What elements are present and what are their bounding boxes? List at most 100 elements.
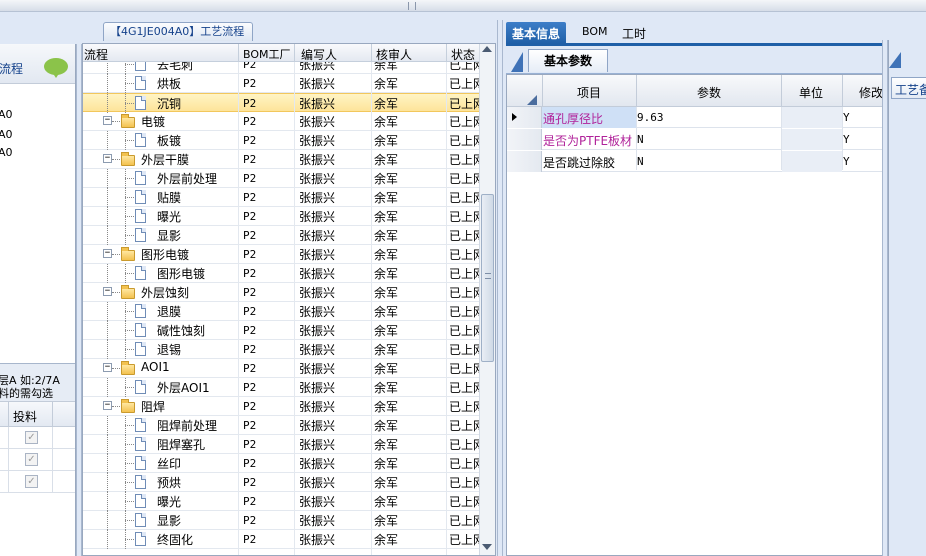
left-note-line: 料的需勾选 bbox=[0, 387, 53, 400]
tree-step-row[interactable]: 显影 P2 张振兴 余军 已上网 bbox=[83, 511, 479, 530]
params-grid-body: 通孔厚径比 9.63 Y 是否为PTFE板材 N Y 是否跳过除胶 N Y bbox=[507, 107, 883, 207]
left-list-item[interactable]: A0 bbox=[0, 128, 13, 141]
splitter-grip-icon[interactable] bbox=[408, 2, 416, 10]
tree-step-row[interactable]: 外层AOI1 P2 张振兴 余军 已上网 bbox=[83, 378, 479, 397]
column-header-feed[interactable]: 投料 bbox=[13, 408, 37, 425]
status-cell: 已上网 bbox=[449, 286, 479, 300]
tree-step-row[interactable]: 曝光 P2 张振兴 余军 已上网 bbox=[83, 492, 479, 511]
collapse-toggle-icon[interactable]: − bbox=[103, 249, 112, 258]
bom-factory-cell: P2 bbox=[243, 77, 257, 90]
tab-process-notes[interactable]: 工艺备 bbox=[891, 77, 926, 99]
scroll-up-arrow-icon[interactable] bbox=[482, 46, 492, 52]
tree-step-row[interactable]: 外层前处理 P2 张振兴 余军 已上网 bbox=[83, 169, 479, 188]
row-header[interactable] bbox=[507, 151, 542, 172]
process-flow-tab[interactable]: 【4G1JE004A0】工艺流程 bbox=[103, 22, 253, 41]
column-header-modify[interactable]: 修改 bbox=[859, 84, 883, 101]
tab-work-hours[interactable]: 工时 bbox=[616, 22, 652, 44]
tree-step-row[interactable]: 显影 P2 张振兴 余军 已上网 bbox=[83, 226, 479, 245]
tree-step-row[interactable]: 退锡 P2 张振兴 余军 已上网 bbox=[83, 340, 479, 359]
column-header-bom-factory[interactable]: BOM工厂 bbox=[243, 46, 291, 62]
column-header-unit[interactable]: 单位 bbox=[799, 84, 823, 101]
tree-connector bbox=[107, 378, 108, 397]
tree-folder-row[interactable]: − 电镀 P2 张振兴 余军 已上网 bbox=[83, 112, 479, 131]
tab-basic-params[interactable]: 基本参数 bbox=[528, 49, 608, 72]
left-list-item[interactable]: A0 bbox=[0, 108, 13, 121]
writer-cell: 张振兴 bbox=[299, 153, 336, 167]
param-modify-cell[interactable]: Y bbox=[843, 155, 850, 168]
tree-step-row[interactable]: 预烘 P2 张振兴 余军 已上网 bbox=[83, 473, 479, 492]
tree-node-label: 板镀 bbox=[157, 134, 182, 148]
scrollbar-thumb[interactable] bbox=[481, 194, 494, 362]
feed-checkbox[interactable]: ✓ bbox=[25, 453, 38, 466]
document-icon bbox=[135, 133, 146, 147]
scroll-down-arrow-icon[interactable] bbox=[482, 544, 492, 550]
feed-checkbox[interactable]: ✓ bbox=[25, 431, 38, 444]
tab-basic-info[interactable]: 基本信息 bbox=[506, 22, 567, 44]
tree-node-label: 碱性蚀刻 bbox=[157, 324, 206, 338]
column-divider bbox=[294, 62, 295, 555]
tree-step-row[interactable]: 终固化 P2 张振兴 余军 已上网 bbox=[83, 530, 479, 549]
row-header[interactable] bbox=[507, 129, 542, 150]
collapse-toggle-icon[interactable]: − bbox=[103, 154, 112, 163]
collapse-toggle-icon[interactable]: − bbox=[103, 287, 112, 296]
tree-step-row[interactable]: 贴膜 P2 张振兴 余军 已上网 bbox=[83, 188, 479, 207]
tree-folder-row[interactable]: − AOI1 P2 张振兴 余军 已上网 bbox=[83, 359, 479, 378]
param-value-cell[interactable]: N bbox=[637, 133, 644, 146]
param-unit-cell bbox=[782, 129, 842, 150]
column-header-status[interactable]: 状态 bbox=[451, 46, 475, 63]
bom-factory-cell: P2 bbox=[243, 324, 257, 337]
top-splitter-bar[interactable] bbox=[0, 0, 926, 12]
tree-node-label: 显影 bbox=[157, 229, 182, 243]
middle-splitter[interactable] bbox=[497, 20, 503, 556]
tree-folder-row[interactable]: − 外层干膜 P2 张振兴 余军 已上网 bbox=[83, 150, 479, 169]
column-header-writer[interactable]: 编写人 bbox=[301, 46, 337, 63]
tree-step-row[interactable]: 烘板 P2 张振兴 余军 已上网 bbox=[83, 74, 479, 93]
writer-cell: 张振兴 bbox=[299, 210, 336, 224]
tree-connector bbox=[112, 254, 120, 255]
collapse-toggle-icon[interactable]: − bbox=[103, 401, 112, 410]
status-cell: 已上网 bbox=[449, 400, 479, 414]
column-header-flow[interactable]: 流程 bbox=[84, 46, 108, 63]
document-icon bbox=[135, 380, 146, 394]
column-divider bbox=[636, 75, 637, 107]
tree-step-row[interactable]: 丝印 P2 张振兴 余军 已上网 bbox=[83, 454, 479, 473]
column-header-reviewer[interactable]: 核审人 bbox=[376, 46, 412, 63]
tree-step-row[interactable]: 碱性蚀刻 P2 张振兴 余军 已上网 bbox=[83, 321, 479, 340]
select-all-corner-icon[interactable] bbox=[527, 95, 537, 105]
bom-factory-cell: P2 bbox=[243, 419, 257, 432]
param-row[interactable]: 是否为PTFE板材 N Y bbox=[507, 129, 883, 150]
tree-connector bbox=[125, 425, 134, 426]
tree-step-row[interactable]: 板镀 P2 张振兴 余军 已上网 bbox=[83, 131, 479, 150]
tree-step-row[interactable]: 沉铜 P2 张振兴 余军 已上网 bbox=[83, 93, 479, 113]
param-value-cell[interactable]: 9.63 bbox=[637, 111, 664, 124]
param-row[interactable]: 通孔厚径比 9.63 Y bbox=[507, 107, 883, 128]
writer-cell: 张振兴 bbox=[299, 362, 336, 376]
feed-checkbox[interactable]: ✓ bbox=[25, 475, 38, 488]
row-header[interactable] bbox=[507, 107, 542, 128]
param-item-cell: 是否为PTFE板材 bbox=[543, 134, 633, 148]
param-value-cell[interactable]: N bbox=[637, 155, 644, 168]
vertical-scrollbar[interactable] bbox=[479, 44, 495, 555]
right-splitter[interactable] bbox=[882, 40, 888, 556]
reviewer-cell: 余军 bbox=[374, 248, 399, 262]
writer-cell: 张振兴 bbox=[299, 324, 336, 338]
column-header-item[interactable]: 项目 bbox=[577, 84, 601, 101]
tree-folder-row[interactable]: − 外层蚀刻 P2 张振兴 余军 已上网 bbox=[83, 283, 479, 302]
column-header-param[interactable]: 参数 bbox=[697, 84, 721, 101]
left-list-item[interactable]: A0 bbox=[0, 146, 13, 159]
document-icon bbox=[135, 513, 146, 527]
collapse-toggle-icon[interactable]: − bbox=[103, 363, 112, 372]
tree-step-row[interactable]: 阻焊前处理 P2 张振兴 余军 已上网 bbox=[83, 416, 479, 435]
collapse-toggle-icon[interactable]: − bbox=[103, 116, 112, 125]
tree-folder-row[interactable]: − 阻焊 P2 张振兴 余军 已上网 bbox=[83, 397, 479, 416]
param-row[interactable]: 是否跳过除胶 N Y bbox=[507, 151, 883, 172]
tree-step-row[interactable]: 退膜 P2 张振兴 余军 已上网 bbox=[83, 302, 479, 321]
param-modify-cell[interactable]: Y bbox=[843, 133, 850, 146]
tree-step-row[interactable]: 阻焊塞孔 P2 张振兴 余军 已上网 bbox=[83, 435, 479, 454]
tree-step-row[interactable]: 去毛刺 P2 张振兴 余军 已上网 bbox=[83, 62, 479, 74]
tree-step-row[interactable]: 图形电镀 P2 张振兴 余军 已上网 bbox=[83, 264, 479, 283]
tree-folder-row[interactable]: − 图形电镀 P2 张振兴 余军 已上网 bbox=[83, 245, 479, 264]
param-modify-cell[interactable]: Y bbox=[843, 111, 850, 124]
tab-bom[interactable]: BOM bbox=[576, 22, 614, 44]
tree-step-row[interactable]: 曝光 P2 张振兴 余军 已上网 bbox=[83, 207, 479, 226]
